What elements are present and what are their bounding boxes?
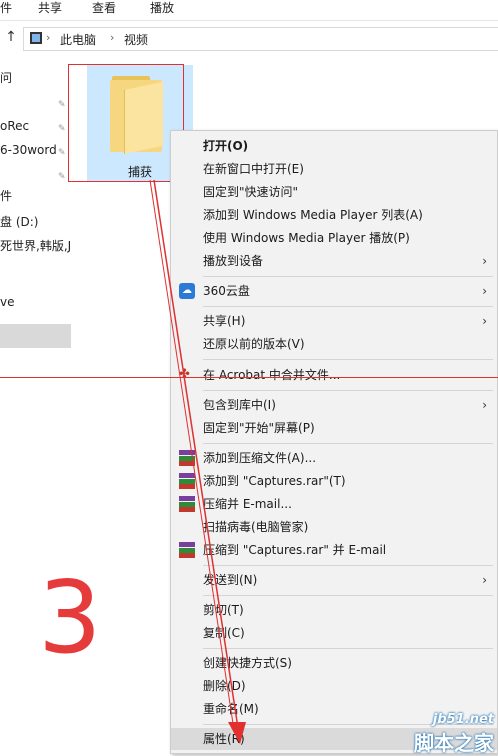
address-bar: ↑ › 此电脑 › 视频 bbox=[0, 26, 498, 52]
menu-separator bbox=[203, 359, 493, 360]
menu-item-compress-captures-email[interactable]: 压缩到 "Captures.rar" 并 E-mail bbox=[171, 539, 497, 561]
menu-item-add-archive[interactable]: 添加到压缩文件(A)... bbox=[171, 447, 497, 469]
menu-item-open-new-window[interactable]: 在新窗口中打开(E) bbox=[171, 158, 497, 180]
menu-item-compress-email[interactable]: 压缩并 E-mail... bbox=[171, 493, 497, 515]
menu-item-add-captures-rar[interactable]: 添加到 "Captures.rar"(T) bbox=[171, 470, 497, 492]
tab-view[interactable]: 查看 bbox=[92, 0, 116, 18]
pin-icon: ✎ bbox=[58, 100, 66, 110]
winrar-icon bbox=[179, 496, 195, 512]
video-library-icon bbox=[30, 32, 42, 44]
winrar-icon bbox=[179, 450, 195, 466]
menu-item-copy[interactable]: 复制(C) bbox=[171, 622, 497, 644]
cloud-icon: ☁ bbox=[179, 283, 195, 299]
nav-item-drive-d[interactable]: 盘 (D:) bbox=[0, 212, 72, 232]
menu-item-add-wmp-list[interactable]: 添加到 Windows Media Player 列表(A) bbox=[171, 204, 497, 226]
tab-play[interactable]: 播放 bbox=[150, 0, 174, 18]
chevron-right-icon: › bbox=[482, 284, 487, 298]
ribbon-tabs: 件 共享 查看 播放 bbox=[0, 0, 498, 21]
menu-item-delete[interactable]: 删除(D) bbox=[171, 675, 497, 697]
menu-item-cast-to-device[interactable]: 播放到设备 › bbox=[171, 250, 497, 272]
annotation-guide-line bbox=[0, 377, 498, 378]
nav-selected-item[interactable] bbox=[0, 324, 71, 348]
context-menu: 打开(O) 在新窗口中打开(E) 固定到"快速访问" 添加到 Windows M… bbox=[170, 130, 498, 754]
chevron-right-icon: › bbox=[482, 573, 487, 587]
nav-item[interactable]: 问 bbox=[0, 68, 72, 88]
menu-item-cut[interactable]: 剪切(T) bbox=[171, 599, 497, 621]
menu-item-360-cloud[interactable]: ☁ 360云盘 › bbox=[171, 280, 497, 302]
menu-separator bbox=[203, 390, 493, 391]
breadcrumb-videos[interactable]: 视频 bbox=[124, 31, 148, 48]
winrar-icon bbox=[179, 542, 195, 558]
chevron-right-icon[interactable]: › bbox=[110, 31, 114, 44]
pin-icon: ✎ bbox=[58, 172, 66, 182]
address-field[interactable]: › 此电脑 › 视频 bbox=[23, 27, 498, 51]
menu-item-restore-versions[interactable]: 还原以前的版本(V) bbox=[171, 333, 497, 355]
arrow-up-icon[interactable]: ↑ bbox=[3, 29, 19, 45]
annotation-highlight-box bbox=[68, 64, 184, 182]
menu-item-send-to[interactable]: 发送到(N) › bbox=[171, 569, 497, 591]
breadcrumb-this-pc[interactable]: 此电脑 bbox=[60, 31, 96, 48]
nav-item[interactable]: 件 bbox=[0, 186, 72, 206]
chevron-right-icon[interactable]: › bbox=[46, 31, 50, 44]
menu-separator bbox=[203, 443, 493, 444]
menu-item-create-shortcut[interactable]: 创建快捷方式(S) bbox=[171, 652, 497, 674]
menu-item-scan-virus[interactable]: 扫描病毒(电脑管家) bbox=[171, 516, 497, 538]
menu-item-pin-quick-access[interactable]: 固定到"快速访问" bbox=[171, 181, 497, 203]
tab-file[interactable]: 件 bbox=[0, 0, 12, 18]
chevron-right-icon: › bbox=[482, 314, 487, 328]
pin-icon: ✎ bbox=[58, 148, 66, 158]
menu-item-share[interactable]: 共享(H) › bbox=[171, 310, 497, 332]
nav-item-onedrive[interactable]: ve bbox=[0, 292, 72, 312]
nav-item[interactable]: 死世界,韩版,Ju bbox=[0, 236, 72, 256]
menu-separator bbox=[203, 306, 493, 307]
menu-separator bbox=[203, 595, 493, 596]
acrobat-icon: ✤ bbox=[179, 367, 190, 382]
menu-item-open[interactable]: 打开(O) bbox=[171, 135, 497, 157]
menu-item-include-library[interactable]: 包含到库中(I) › bbox=[171, 394, 497, 416]
pin-icon: ✎ bbox=[58, 124, 66, 134]
tab-share[interactable]: 共享 bbox=[38, 0, 62, 18]
menu-separator bbox=[203, 276, 493, 277]
watermark-url: jb51.net bbox=[432, 712, 494, 727]
menu-item-acrobat-merge[interactable]: ✤ 在 Acrobat 中合并文件... bbox=[171, 364, 497, 386]
chevron-right-icon: › bbox=[482, 398, 487, 412]
site-watermark: jb51.net 脚本之家 bbox=[414, 712, 494, 756]
menu-separator bbox=[203, 648, 493, 649]
watermark-logo-text: 脚本之家 bbox=[414, 731, 494, 755]
menu-item-pin-start[interactable]: 固定到"开始"屏幕(P) bbox=[171, 417, 497, 439]
annotation-step-number: 3 bbox=[38, 559, 102, 676]
chevron-right-icon: › bbox=[482, 254, 487, 268]
menu-item-play-wmp[interactable]: 使用 Windows Media Player 播放(P) bbox=[171, 227, 497, 249]
menu-separator bbox=[203, 565, 493, 566]
winrar-icon bbox=[179, 473, 195, 489]
